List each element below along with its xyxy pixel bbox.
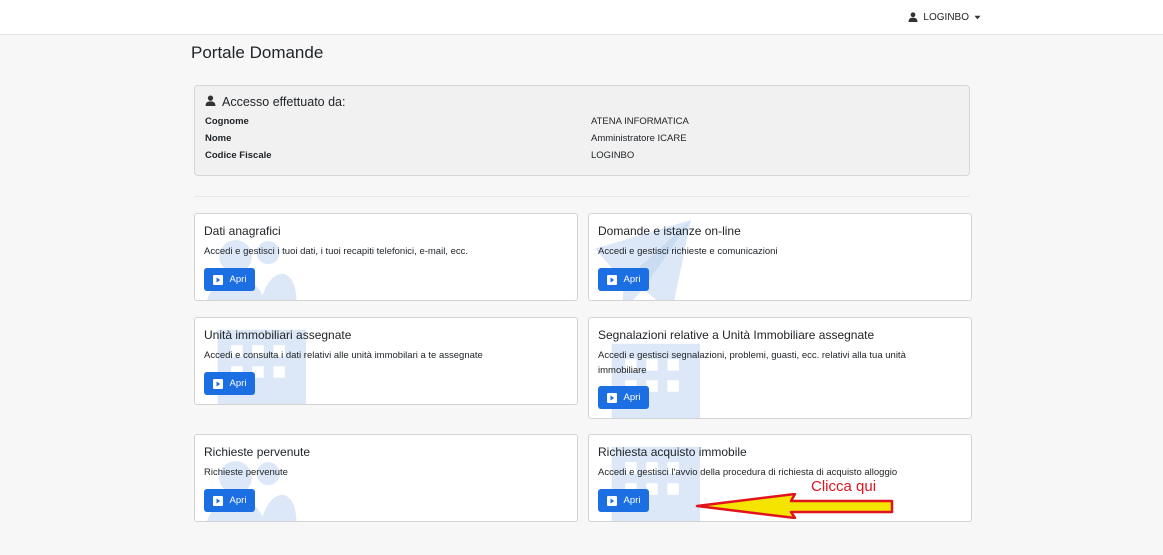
- card-segnalazioni: Segnalazioni relative a Unità Immobiliar…: [588, 317, 972, 419]
- info-label: Nome: [205, 133, 232, 144]
- info-value: ATENA INFORMATICA: [591, 116, 689, 127]
- info-row-cognome: Cognome ATENA INFORMATICA: [205, 116, 965, 130]
- open-unita-immobiliari-button[interactable]: Apri: [204, 372, 255, 395]
- card-title: Richiesta acquisto immobile: [598, 445, 747, 459]
- button-label: Apri: [229, 274, 247, 285]
- play-icon: [606, 274, 617, 285]
- info-label: Cognome: [205, 116, 249, 127]
- info-row-nome: Nome Amministratore ICARE: [205, 133, 965, 147]
- card-unita-immobiliari: Unità immobiliari assegnate Accedi e con…: [194, 317, 578, 405]
- annotation-arrow-icon: [695, 493, 894, 519]
- button-label: Apri: [623, 495, 641, 506]
- card-title: Richieste pervenute: [204, 445, 311, 459]
- card-description: Accedi e gestisci segnalazioni, problemi…: [598, 350, 906, 376]
- card-title: Segnalazioni relative a Unità Immobiliar…: [598, 328, 875, 342]
- card-richieste-pervenute: Richieste pervenute Richieste pervenute …: [194, 434, 578, 522]
- button-label: Apri: [623, 274, 641, 285]
- info-row-codice-fiscale: Codice Fiscale LOGINBO: [205, 150, 965, 164]
- open-dati-anagrafici-button[interactable]: Apri: [204, 268, 255, 291]
- card-title: Unità immobiliari assegnate: [204, 328, 352, 342]
- card-domande-istanze: Domande e istanze on-line Accedi e gesti…: [588, 213, 972, 301]
- play-icon: [212, 378, 223, 389]
- info-label: Codice Fiscale: [205, 150, 272, 161]
- card-description: Accedi e gestisci l'avvio della procedur…: [598, 467, 898, 478]
- access-heading-text: Accesso effettuato da:: [222, 95, 346, 109]
- card-description: Accedi e consulta i dati relativi alle u…: [204, 350, 483, 361]
- play-icon: [606, 495, 617, 506]
- card-title: Domande e istanze on-line: [598, 224, 741, 238]
- open-richieste-pervenute-button[interactable]: Apri: [204, 489, 255, 512]
- access-heading: Accesso effettuato da:: [205, 95, 345, 109]
- page-title: Portale Domande: [191, 43, 324, 62]
- caret-down-icon: [974, 15, 981, 20]
- open-segnalazioni-button[interactable]: Apri: [598, 386, 649, 409]
- card-description: Accedi e gestisci richieste e comunicazi…: [598, 246, 778, 257]
- section-divider: [194, 196, 970, 197]
- button-label: Apri: [229, 495, 247, 506]
- user-menu[interactable]: LOGINBO: [908, 9, 981, 25]
- card-description: Accedi e gestisci i tuoi dati, i tuoi re…: [204, 246, 469, 257]
- play-icon: [212, 495, 223, 506]
- open-richiesta-acquisto-button[interactable]: Apri: [598, 489, 649, 512]
- card-title: Dati anagrafici: [204, 224, 281, 238]
- button-label: Apri: [623, 392, 641, 403]
- info-value: Amministratore ICARE: [591, 133, 687, 144]
- user-icon: [908, 12, 918, 22]
- info-value: LOGINBO: [591, 150, 635, 161]
- access-info-panel: Accesso effettuato da: Cognome ATENA INF…: [194, 85, 970, 176]
- open-domande-istanze-button[interactable]: Apri: [598, 268, 649, 291]
- play-icon: [606, 392, 617, 403]
- user-menu-label: LOGINBO: [923, 11, 969, 23]
- card-description: Richieste pervenute: [204, 467, 288, 478]
- play-icon: [212, 274, 223, 285]
- card-dati-anagrafici: Dati anagrafici Accedi e gestisci i tuoi…: [194, 213, 578, 301]
- top-navbar: LOGINBO: [0, 0, 1163, 35]
- button-label: Apri: [229, 378, 247, 389]
- user-icon: [205, 95, 216, 109]
